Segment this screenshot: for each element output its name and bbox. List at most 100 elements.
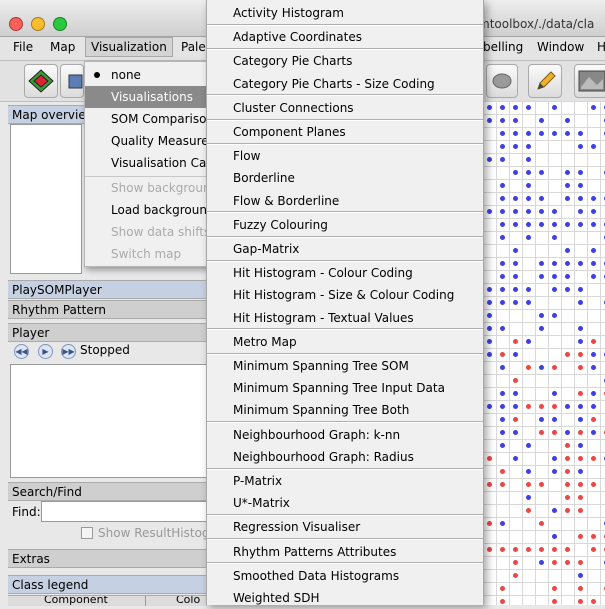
blue-hit-marker — [552, 534, 557, 539]
blue-hit-marker — [500, 235, 505, 240]
submenu-item-metro-map[interactable]: Metro Map — [207, 331, 483, 353]
submenu-item-gap-matrix[interactable]: Gap-Matrix — [207, 238, 483, 260]
visualization-dropdown-menu: none Visualisations SOM Comparison Quality … — [84, 61, 210, 267]
class-legend-header[interactable]: Class legend — [8, 575, 208, 594]
red-hit-marker — [591, 599, 596, 604]
submenu-item-minimum-spanning-tree-both[interactable]: Minimum Spanning Tree Both — [207, 399, 483, 421]
blue-hit-marker — [500, 430, 505, 435]
blue-hit-marker — [500, 209, 505, 214]
red-hit-marker — [500, 586, 505, 591]
menu-window[interactable]: Window — [537, 40, 584, 54]
submenu-item-component-planes[interactable]: Component Planes — [207, 121, 483, 143]
vis-menu-item-quality-measures[interactable]: Quality Measures — [85, 130, 209, 152]
blue-hit-marker — [526, 287, 531, 292]
submenu-item-fuzzy-colouring[interactable]: Fuzzy Colouring — [207, 214, 483, 236]
blue-hit-marker — [539, 313, 544, 318]
som-map-view[interactable] — [483, 101, 605, 605]
red-hit-marker — [578, 508, 583, 513]
blue-hit-marker — [565, 248, 570, 253]
submenu-item-flow[interactable]: Flow — [207, 145, 483, 167]
red-hit-marker — [565, 443, 570, 448]
vis-menu-item-som-comparison[interactable]: SOM Comparison — [85, 108, 209, 130]
show-result-label: Show ResultHistogr — [98, 526, 215, 540]
som-view-button[interactable] — [24, 64, 58, 98]
blue-hit-marker — [539, 170, 544, 175]
submenu-item-minimum-spanning-tree-input-data[interactable]: Minimum Spanning Tree Input Data — [207, 377, 483, 399]
submenu-item-p-matrix[interactable]: P-Matrix — [207, 470, 483, 492]
red-hit-marker — [552, 586, 557, 591]
submenu-item-smoothed-data-histograms[interactable]: Smoothed Data Histograms — [207, 565, 483, 587]
zoom-out-button[interactable] — [486, 64, 518, 98]
rhythm-pattern-header[interactable]: Rhythm Pattern — [8, 300, 208, 319]
submenu-item-neighbourhood-graph-k-nn[interactable]: Neighbourhood Graph: k-nn — [207, 424, 483, 446]
submenu-item-cluster-connections[interactable]: Cluster Connections — [207, 97, 483, 119]
play-icon[interactable]: ▶ — [38, 344, 53, 359]
blue-hit-marker — [591, 352, 596, 357]
map-overview-area[interactable] — [10, 124, 82, 274]
submenu-item-weighted-sdh[interactable]: Weighted SDH — [207, 587, 483, 609]
blue-hit-marker — [513, 248, 518, 253]
extras-header[interactable]: Extras — [8, 549, 208, 568]
save-button[interactable] — [60, 64, 84, 98]
blue-hit-marker — [500, 404, 505, 409]
vis-menu-item-visualisations[interactable]: Visualisations — [85, 86, 209, 108]
submenu-item-hit-histogram-textual-values[interactable]: Hit Histogram - Textual Values — [207, 307, 483, 329]
red-hit-marker — [565, 495, 570, 500]
red-hit-marker — [578, 586, 583, 591]
blue-hit-marker — [578, 170, 583, 175]
minimize-window-button[interactable] — [31, 17, 45, 31]
close-window-button[interactable] — [9, 17, 23, 31]
fast-forward-icon[interactable]: ▶▶ — [61, 344, 76, 359]
red-hit-marker — [565, 456, 570, 461]
submenu-item-minimum-spanning-tree-som[interactable]: Minimum Spanning Tree SOM — [207, 355, 483, 377]
red-hit-marker — [487, 547, 492, 552]
submenu-item-activity-histogram[interactable]: Activity Histogram — [207, 2, 483, 24]
player-header[interactable]: Player — [8, 323, 208, 342]
menu-visualization[interactable]: Visualization — [85, 37, 173, 57]
submenu-item-rhythm-patterns-attributes[interactable]: Rhythm Patterns Attributes — [207, 541, 483, 563]
submenu-item-u-matrix[interactable]: U*-Matrix — [207, 492, 483, 514]
blue-hit-marker — [513, 404, 518, 409]
blue-hit-marker — [513, 131, 518, 136]
find-input[interactable] — [41, 501, 209, 522]
vis-menu-item-visualisation-cac[interactable]: Visualisation Cac — [85, 152, 209, 174]
export-button[interactable] — [574, 64, 605, 98]
red-hit-marker — [539, 404, 544, 409]
search-find-header[interactable]: Search/Find — [8, 482, 208, 501]
submenu-item-regression-visualiser[interactable]: Regression Visualiser — [207, 516, 483, 538]
blue-hit-marker — [500, 443, 505, 448]
blue-hit-marker — [578, 339, 583, 344]
col-color[interactable]: Colo — [176, 596, 200, 606]
menu-map[interactable]: Map — [50, 40, 75, 54]
menu-labelling[interactable]: belling — [483, 40, 523, 54]
playlist-area[interactable] — [10, 364, 208, 478]
submenu-item-category-pie-charts-size-coding[interactable]: Category Pie Charts - Size Coding — [207, 73, 483, 95]
submenu-item-flow-borderline[interactable]: Flow & Borderline — [207, 190, 483, 212]
rewind-icon[interactable]: ◀◀ — [14, 344, 29, 359]
blue-hit-marker — [513, 300, 518, 305]
blue-hit-marker — [552, 222, 557, 227]
blue-hit-marker — [565, 287, 570, 292]
blue-hit-marker — [500, 157, 505, 162]
blue-hit-marker — [591, 196, 596, 201]
submenu-item-hit-histogram-size-colour-coding[interactable]: Hit Histogram - Size & Colour Coding — [207, 284, 483, 306]
submenu-item-hit-histogram-colour-coding[interactable]: Hit Histogram - Colour Coding — [207, 262, 483, 284]
menu-file[interactable]: File — [13, 40, 33, 54]
submenu-item-adaptive-coordinates[interactable]: Adaptive Coordinates — [207, 26, 483, 48]
blue-hit-marker — [487, 287, 492, 292]
vis-menu-item-none[interactable]: none — [85, 64, 209, 86]
zoom-window-button[interactable] — [53, 17, 67, 31]
show-result-checkbox[interactable] — [81, 527, 93, 539]
playsomplayer-header[interactable]: PlaySOMPlayer — [8, 280, 208, 299]
blue-hit-marker — [565, 183, 570, 188]
submenu-item-borderline[interactable]: Borderline — [207, 167, 483, 189]
vis-menu-item-load-backgroun[interactable]: Load backgroun — [85, 199, 209, 221]
edit-button[interactable] — [528, 64, 562, 98]
floppy-icon — [68, 74, 83, 89]
blue-hit-marker — [500, 287, 505, 292]
blue-hit-marker — [487, 313, 492, 318]
col-component[interactable]: Component — [44, 596, 108, 606]
submenu-item-neighbourhood-graph-radius[interactable]: Neighbourhood Graph: Radius — [207, 446, 483, 468]
menu-help[interactable]: H — [597, 40, 605, 54]
submenu-item-category-pie-charts[interactable]: Category Pie Charts — [207, 50, 483, 72]
